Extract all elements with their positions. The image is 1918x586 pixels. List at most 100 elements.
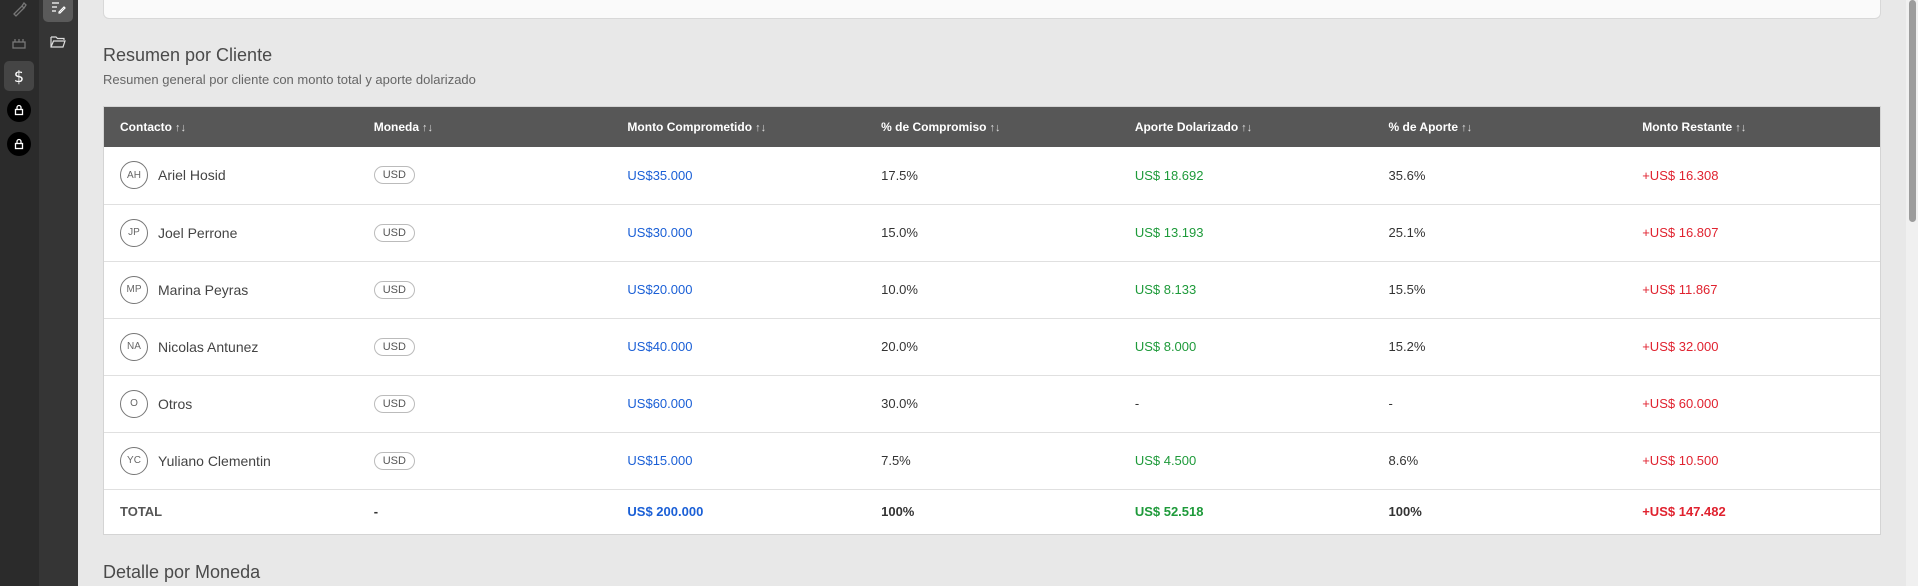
contact-name: Joel Perrone [158,224,238,241]
currency-badge: USD [373,166,415,185]
committed-amount: US$30.000 [627,225,693,240]
table-header-row: Contacto ↑↓ Moneda ↑↓ Monto Comprometido ↑↓… [104,107,1880,147]
table-row[interactable]: JP Joel Perrone USD US$30.000 15.0% US$ 1… [104,204,1880,261]
remaining-amount: +US$ 60.000 [1642,396,1719,411]
contribution-percent: 35.6% [1388,167,1426,183]
contact-name: Yuliano Clementin [158,452,271,469]
commit-percent: 7.5% [881,453,911,468]
contact-cell: O Otros [104,375,358,432]
primary-sidebar: $ [0,0,39,586]
table-row[interactable]: O Otros USD US$60.000 30.0% - - +US$ 60.0… [104,375,1880,432]
committed-amount: US$15.000 [627,453,693,468]
total-row: TOTAL - US$ 200.000 100% US$ 52.518 100%… [104,489,1880,534]
avatar: NA [120,332,148,361]
remaining-amount: +US$ 16.308 [1642,167,1719,183]
contribution-percent: 8.6% [1388,453,1419,468]
currency-badge: USD [373,394,415,413]
column-header-pct-aporte[interactable]: % de Aporte ↑↓ [1373,107,1627,147]
client-summary-table: Contacto ↑↓ Moneda ↑↓ Monto Comprometido ↑↓… [103,106,1881,535]
commit-percent: 10.0% [881,282,918,297]
column-header-monto-restante[interactable]: Monto Restante ↑↓ [1626,107,1880,147]
committed-amount: US$60.000 [627,396,693,411]
sort-icon[interactable]: ↑↓ [989,122,1000,134]
contribution-percent: 15.2% [1388,339,1426,354]
total-committed: US$ 200.000 [627,504,704,520]
column-header-contacto[interactable]: Contacto ↑↓ [104,107,358,147]
contribution-amount: US$ 4.500 [1134,453,1197,468]
avatar: YC [120,446,148,475]
commit-percent: 20.0% [881,339,918,354]
currency-badge: USD [373,451,415,470]
total-contribution: US$ 52.518 [1134,504,1204,520]
contact-name: Nicolas Antunez [158,338,259,355]
committed-amount: US$40.000 [627,339,693,354]
contribution-amount: - [1134,396,1140,411]
commit-percent: 17.5% [881,167,918,183]
sort-icon[interactable]: ↑↓ [1241,122,1252,134]
folder-open-icon[interactable] [43,27,73,57]
total-commit-percent: 100% [881,504,915,520]
committed-amount: US$20.000 [627,282,693,297]
contribution-percent: 15.5% [1388,282,1426,297]
svg-text:$: $ [14,67,24,85]
total-contribution-percent: 100% [1388,504,1422,520]
contribution-amount: US$ 8.000 [1134,339,1197,354]
currency-badge: USD [373,280,415,299]
avatar: AH [120,161,148,190]
section-title-detalle: Detalle por Moneda [103,562,261,582]
remaining-amount: +US$ 10.500 [1642,453,1719,468]
contribution-amount: US$ 8.133 [1134,282,1197,297]
scrollbar-thumb[interactable] [1909,0,1916,222]
secondary-sidebar [39,0,78,586]
lock-icon[interactable] [4,95,34,125]
total-label: TOTAL [120,504,163,520]
sort-icon[interactable]: ↑↓ [422,122,433,134]
contribution-percent: - [1388,396,1393,411]
section-title: Resumen por Cliente [103,45,273,65]
table-row[interactable]: MP Marina Peyras USD US$20.000 10.0% US$ … [104,261,1880,318]
remaining-amount: +US$ 32.000 [1642,339,1719,354]
contribution-amount: US$ 13.193 [1134,225,1204,240]
section-subtitle: Resumen general por cliente con monto to… [103,72,476,87]
column-header-aporte-dolarizado[interactable]: Aporte Dolarizado ↑↓ [1119,107,1373,147]
table-row[interactable]: NA Nicolas Antunez USD US$40.000 20.0% US… [104,318,1880,375]
column-header-moneda[interactable]: Moneda ↑↓ [358,107,612,147]
contact-cell: YC Yuliano Clementin [104,432,358,489]
currency-badge: USD [373,337,415,356]
column-header-pct-compromiso[interactable]: % de Compromiso ↑↓ [865,107,1119,147]
sort-icon[interactable]: ↑↓ [175,122,186,134]
page-scrollbar[interactable] [1906,0,1918,586]
cake-icon[interactable] [4,27,34,57]
sort-icon[interactable]: ↑↓ [755,122,766,134]
currency-badge: USD [373,223,415,242]
remaining-amount: +US$ 11.867 [1642,282,1718,297]
remaining-amount: +US$ 16.807 [1642,225,1719,240]
dollar-icon[interactable]: $ [4,61,34,91]
table-row[interactable]: YC Yuliano Clementin USD US$15.000 7.5% U… [104,432,1880,489]
column-header-monto-comprometido[interactable]: Monto Comprometido ↑↓ [611,107,865,147]
commit-percent: 15.0% [881,225,918,240]
contact-cell: JP Joel Perrone [104,204,358,261]
contribution-amount: US$ 18.692 [1134,167,1204,183]
contact-name: Otros [158,395,193,412]
contact-cell: MP Marina Peyras [104,261,358,318]
avatar: O [120,389,148,418]
sort-icon[interactable]: ↑↓ [1461,122,1472,134]
sort-icon[interactable]: ↑↓ [1735,122,1746,134]
table-row[interactable]: AH Ariel Hosid USD US$35.000 17.5% US$ 18… [104,147,1880,204]
contact-cell: NA Nicolas Antunez [104,318,358,375]
total-remaining: +US$ 147.482 [1642,504,1726,520]
contact-cell: AH Ariel Hosid [104,147,358,204]
committed-amount: US$35.000 [627,167,693,183]
avatar: MP [120,275,148,304]
contribution-percent: 25.1% [1388,225,1426,240]
total-currency: - [373,504,379,520]
commit-percent: 30.0% [881,396,918,411]
avatar: JP [120,218,148,247]
edit-list-icon[interactable] [43,0,73,22]
contact-name: Marina Peyras [158,281,249,298]
previous-card [103,0,1881,19]
contact-name: Ariel Hosid [158,167,226,184]
lock-icon[interactable] [4,129,34,159]
brush-icon[interactable] [4,0,34,24]
